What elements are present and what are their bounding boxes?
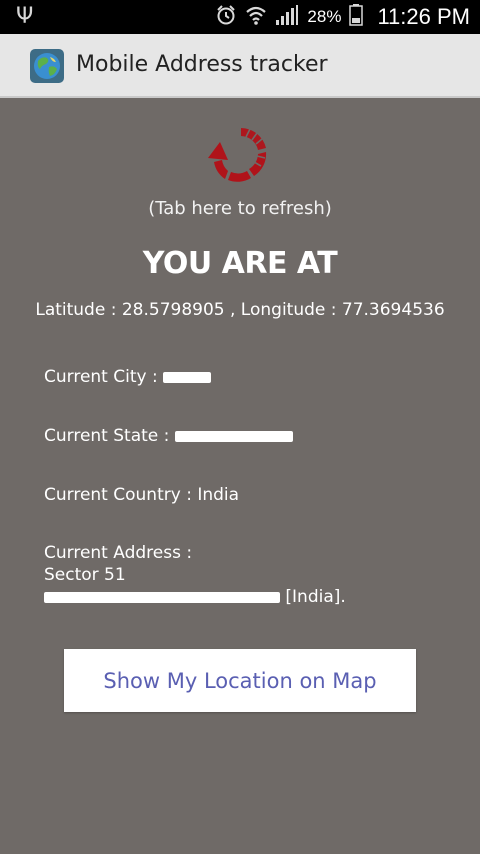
coordinates-text: Latitude : 28.5798905 , Longitude : 77.3… bbox=[35, 300, 445, 320]
current-state-label: Current State : bbox=[44, 426, 175, 446]
wifi-icon bbox=[245, 4, 267, 30]
status-icons: 28% 11:26 PM bbox=[215, 0, 470, 34]
location-heading: YOU ARE AT bbox=[142, 246, 338, 281]
usb-icon: Ψ bbox=[16, 4, 34, 29]
show-map-button[interactable]: Show My Location on Map bbox=[64, 649, 416, 712]
redacted-state bbox=[174, 430, 293, 442]
redacted-city bbox=[163, 371, 212, 383]
address-line-2: [India]. bbox=[44, 586, 346, 608]
refresh-icon[interactable] bbox=[206, 124, 272, 184]
current-country-label: Current Country : India bbox=[44, 485, 240, 505]
battery-icon bbox=[349, 4, 364, 30]
status-clock: 11:26 PM bbox=[377, 4, 470, 29]
address-country-suffix: [India]. bbox=[285, 587, 346, 607]
action-bar: Mobile Address tracker bbox=[0, 34, 480, 98]
redacted-address bbox=[44, 591, 280, 603]
current-address-label: Current Address : bbox=[44, 543, 193, 563]
current-address: Current Address : Sector 51 [India]. bbox=[44, 542, 346, 608]
refresh-hint[interactable]: (Tab here to refresh) bbox=[0, 198, 480, 219]
alarm-icon bbox=[215, 4, 237, 30]
status-bar: Ψ 28% 11:26 PM bbox=[0, 0, 480, 34]
battery-percent: 28% bbox=[307, 7, 342, 26]
current-city-label: Current City : bbox=[44, 367, 164, 387]
address-line-1: Sector 51 bbox=[44, 565, 126, 585]
signal-icon bbox=[275, 4, 299, 30]
current-country: Current Country : India bbox=[44, 484, 239, 506]
globe-icon bbox=[30, 49, 64, 83]
app-title: Mobile Address tracker bbox=[76, 52, 328, 77]
current-city: Current City : bbox=[44, 366, 212, 388]
current-state: Current State : bbox=[44, 425, 293, 447]
